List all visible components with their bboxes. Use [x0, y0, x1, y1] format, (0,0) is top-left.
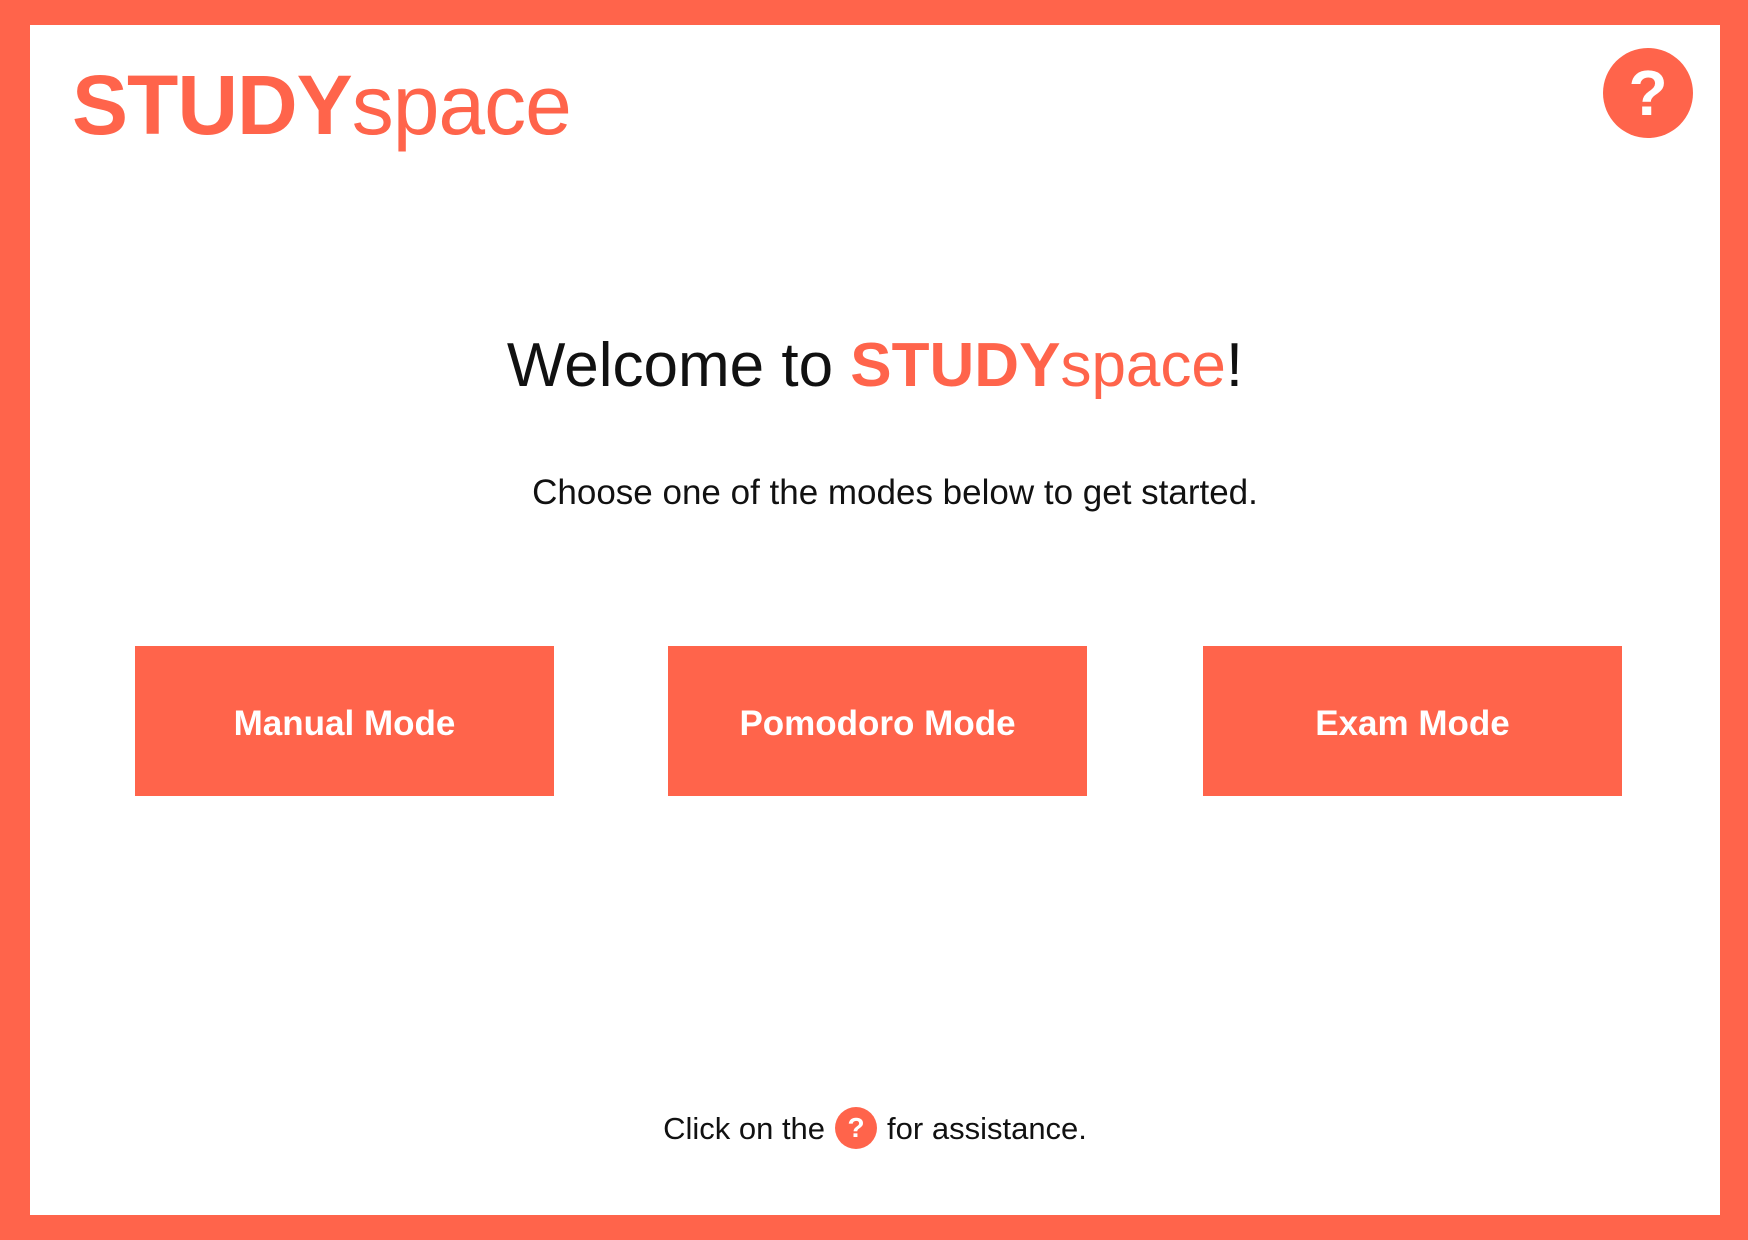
pomodoro-mode-label: Pomodoro Mode [739, 704, 1016, 743]
main-window: STUDYspace ? Welcome to STUDYspace! Choo… [30, 25, 1720, 1215]
welcome-suffix: ! [1225, 331, 1244, 400]
manual-mode-button[interactable]: Manual Mode [135, 646, 554, 796]
exam-mode-label: Exam Mode [1315, 704, 1510, 743]
help-button[interactable]: ? [1603, 48, 1693, 138]
help-icon: ? [1628, 57, 1668, 129]
welcome-brand-strong: STUDY [850, 331, 1061, 400]
logo-strong-text: STUDY [72, 58, 353, 152]
welcome-heading: Welcome to STUDYspace! [30, 330, 1720, 401]
app-logo: STUDYspace [72, 55, 572, 156]
welcome-brand-light: space [1060, 331, 1226, 400]
manual-mode-label: Manual Mode [233, 704, 456, 743]
subtitle: Choose one of the modes below to get sta… [532, 473, 1258, 512]
pomodoro-mode-button[interactable]: Pomodoro Mode [668, 646, 1087, 796]
welcome-prefix: Welcome to [506, 331, 851, 400]
assistance-hint-suffix: for assistance. [887, 1111, 1087, 1147]
assistance-hint: Click on the? for assistance. [30, 1107, 1720, 1152]
inline-help-icon: ? [835, 1107, 878, 1149]
logo-light-text: space [351, 58, 572, 152]
exam-mode-button[interactable]: Exam Mode [1203, 646, 1622, 796]
assistance-hint-prefix: Click on the [663, 1111, 826, 1147]
